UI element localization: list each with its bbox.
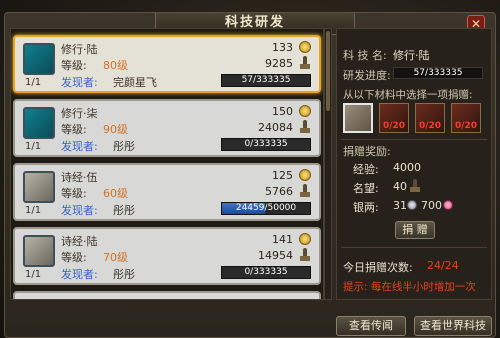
sword-icon[interactable]: 0/20 — [451, 103, 481, 133]
discoverer-name: 彤彤 — [113, 268, 135, 281]
scroll-icon[interactable] — [343, 103, 373, 133]
progress-text: 57/333335 — [241, 75, 291, 85]
statue-icon — [299, 248, 311, 262]
tech-count: 1/1 — [25, 141, 42, 152]
leather-icon[interactable]: 0/20 — [379, 103, 409, 133]
gold-coin-icon — [299, 41, 311, 53]
tip-text: 提示: 每在线半小时增加一次 — [343, 281, 476, 293]
gold-coin-icon — [299, 105, 311, 117]
donate-button[interactable]: 捐 赠 — [395, 221, 435, 239]
level-value: 80级 — [103, 59, 128, 72]
gold-cost: 141 — [272, 233, 293, 246]
discoverer-name: 完颜星飞 — [113, 76, 157, 89]
material-count: 0/20 — [382, 121, 406, 131]
martial-art-icon — [23, 107, 55, 139]
fame-value: 9285 — [265, 57, 293, 70]
tech-count: 1/1 — [25, 269, 42, 280]
book-icon — [23, 171, 55, 203]
discoverer-name: 彤彤 — [113, 204, 135, 217]
fame-value: 5766 — [265, 185, 293, 198]
discoverer-label: 发现者: — [61, 268, 98, 281]
level-value: 60级 — [103, 187, 128, 200]
fame-value: 24084 — [258, 121, 293, 134]
level-label: 等级: — [61, 59, 87, 72]
tech-name-value: 修行·陆 — [393, 49, 430, 62]
tech-card[interactable]: 1/1 诗经·伍 等级: 60级 发现者: 彤彤 125 5766 24459/… — [13, 163, 321, 221]
silver-coin-icon — [407, 200, 417, 210]
divider — [341, 247, 487, 248]
gold-coin-icon — [299, 233, 311, 245]
martial-art-icon — [23, 299, 55, 300]
silver-label: 银两: — [353, 201, 379, 214]
tech-detail-panel: 科 技 名: 修行·陆 研发进度: 57/333335 从以下材料中选择一项捐赠… — [336, 28, 492, 300]
level-label: 等级: — [61, 187, 87, 200]
tech-list: 1/1 修行·陆 等级: 80级 发现者: 完颜星飞 133 9285 57/3… — [10, 28, 324, 300]
discoverer-name: 彤彤 — [113, 140, 135, 153]
gold-coin-icon — [299, 169, 311, 181]
silver-value-2: 700 — [421, 199, 442, 212]
tech-name: 诗经·伍 — [61, 171, 98, 184]
level-label: 等级: — [61, 251, 87, 264]
statue-icon — [409, 179, 421, 193]
fame-value: 14954 — [258, 249, 293, 262]
scrollbar-thumb[interactable] — [326, 31, 330, 111]
exp-label: 经验: — [353, 163, 379, 176]
view-world-tech-button[interactable]: 查看世界科技 — [414, 316, 492, 336]
progress-text: 0/333335 — [244, 139, 288, 149]
exp-value: 4000 — [393, 161, 421, 174]
tech-name-label: 科 技 名: — [343, 49, 387, 62]
tech-card[interactable]: 1/1 诗经·陆 等级: 70级 发现者: 彤彤 141 14954 0/333… — [13, 227, 321, 285]
armor-icon[interactable]: 0/20 — [415, 103, 445, 133]
progress-text: 0/333335 — [244, 267, 288, 277]
reward-label: 捐赠奖励: — [343, 145, 391, 158]
tech-name: 修行·柒 — [61, 107, 98, 120]
tech-name: 诗经·陆 — [61, 235, 98, 248]
level-value: 90级 — [103, 123, 128, 136]
fame-value: 40 — [393, 180, 407, 193]
choose-material-label: 从以下材料中选择一项捐赠: — [343, 89, 473, 101]
statue-icon — [299, 120, 311, 134]
fame-label: 名望: — [353, 182, 379, 195]
daily-donation-label: 今日捐赠次数: — [343, 261, 413, 274]
discoverer-label: 发现者: — [61, 76, 98, 89]
progress-bar: 0/333335 — [221, 266, 311, 279]
silver-value: 31 — [393, 199, 407, 212]
book-icon — [23, 235, 55, 267]
list-scrollbar[interactable] — [324, 28, 332, 300]
tech-name: 修行·陆 — [61, 43, 98, 56]
progress-bar: 24459/50000 — [221, 202, 311, 215]
gold-cost: 150 — [272, 105, 293, 118]
gold-cost: 125 — [272, 169, 293, 182]
level-value: 70级 — [103, 251, 128, 264]
progress-label: 研发进度: — [343, 69, 391, 82]
daily-donation-value: 24/24 — [427, 259, 459, 272]
pink-coin-icon — [443, 200, 453, 210]
tech-card-partial[interactable] — [13, 291, 321, 300]
tech-count: 1/1 — [25, 77, 42, 88]
tech-count: 1/1 — [25, 205, 42, 216]
progress-bar: 0/333335 — [221, 138, 311, 151]
level-label: 等级: — [61, 123, 87, 136]
progress-text: 24459/50000 — [235, 203, 297, 213]
material-count: 0/20 — [418, 121, 442, 131]
gold-cost: 133 — [272, 41, 293, 54]
discoverer-label: 发现者: — [61, 140, 98, 153]
discoverer-label: 发现者: — [61, 204, 98, 217]
tech-card[interactable]: 1/1 修行·柒 等级: 90级 发现者: 彤彤 150 24084 0/333… — [13, 99, 321, 157]
detail-progress-bar: 57/333335 — [393, 67, 483, 79]
detail-progress-text: 57/333335 — [413, 68, 463, 78]
divider — [341, 139, 487, 140]
tech-card[interactable]: 1/1 修行·陆 等级: 80级 发现者: 完颜星飞 133 9285 57/3… — [13, 35, 321, 93]
statue-icon — [299, 184, 311, 198]
statue-icon — [299, 56, 311, 70]
view-legend-button[interactable]: 查看传闻 — [336, 316, 406, 336]
martial-art-icon — [23, 43, 55, 75]
progress-bar: 57/333335 — [221, 74, 311, 87]
material-count: 0/20 — [454, 121, 478, 131]
